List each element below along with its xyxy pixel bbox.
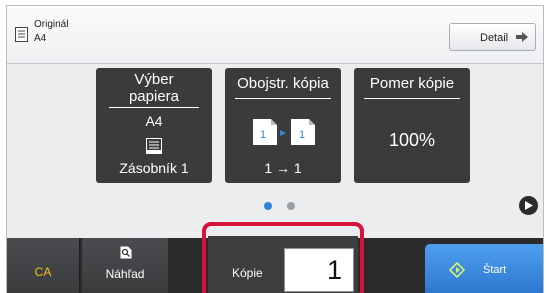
preview-magnifier-icon	[120, 246, 132, 259]
copies-panel: Kópie 1	[208, 236, 358, 293]
paper-select-title: Výber papiera	[96, 71, 212, 108]
duplex-value: 1 → 1	[264, 160, 302, 176]
arrow-right-icon	[516, 32, 528, 42]
paper-size: A4	[145, 113, 163, 129]
detail-button[interactable]: Detail	[449, 23, 536, 51]
page-dot-1[interactable]	[264, 202, 272, 210]
start-label: Štart	[483, 264, 507, 276]
copies-value: 1	[326, 255, 342, 285]
clear-all-button[interactable]: CA	[7, 238, 80, 293]
original-document-icon	[15, 27, 28, 42]
paper-tray: Zásobník 1	[119, 160, 189, 176]
copy-screen: Originál A4 Detail Výber papiera A4 Záso…	[6, 5, 544, 293]
start-diamond-icon	[449, 262, 465, 278]
next-page-icon	[525, 201, 533, 210]
paper-tray-icon	[146, 138, 162, 154]
svg-text:1: 1	[299, 129, 305, 141]
paper-select-tile[interactable]: Výber papiera A4 Zásobník 1	[96, 68, 212, 183]
original-size: A4	[34, 33, 47, 44]
copy-ratio-title: Pomer kópie	[369, 75, 455, 92]
copy-ratio-tile[interactable]: Pomer kópie 100%	[354, 68, 470, 183]
duplex-copy-icon: 1 1	[253, 119, 315, 145]
preview-button[interactable]: Náhľad	[82, 238, 168, 293]
svg-text:1: 1	[260, 129, 266, 141]
duplex-title-divider	[235, 98, 331, 99]
original-label: Originál	[34, 19, 69, 30]
top-bar: Originál A4 Detail	[7, 6, 543, 64]
clear-all-label: CA	[34, 265, 52, 279]
detail-label: Detail	[480, 32, 509, 44]
copies-input[interactable]: 1	[284, 248, 354, 292]
next-page-button[interactable]	[519, 196, 538, 215]
copies-label: Kópie	[232, 266, 263, 280]
copy-ratio-title-divider	[364, 98, 460, 99]
duplex-copy-tile[interactable]: Obojstr. kópia 1 1 1 → 1	[225, 68, 341, 183]
page-dot-2[interactable]	[287, 202, 295, 210]
copies-highlight-frame: Kópie 1	[202, 222, 364, 293]
preview-label: Náhľad	[105, 267, 145, 281]
start-button[interactable]: Štart	[425, 244, 543, 293]
duplex-title: Obojstr. kópia	[237, 75, 329, 92]
copy-ratio-value: 100%	[388, 130, 436, 150]
